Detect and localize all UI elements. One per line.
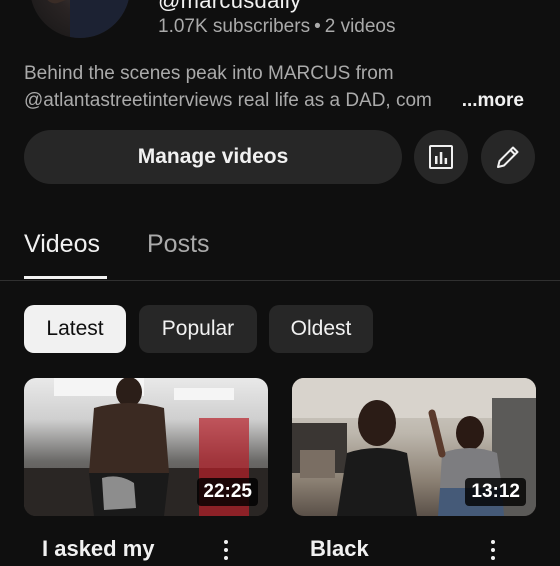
chip-popular[interactable]: Popular bbox=[139, 305, 257, 353]
active-tab-indicator bbox=[24, 276, 107, 279]
chip-oldest[interactable]: Oldest bbox=[269, 305, 373, 353]
channel-avatar[interactable] bbox=[30, 0, 130, 38]
video-duration: 22:25 bbox=[197, 478, 258, 506]
edit-channel-button[interactable] bbox=[481, 130, 535, 184]
tab-videos[interactable]: Videos bbox=[24, 230, 100, 259]
avatar-shirt bbox=[70, 0, 130, 38]
channel-description[interactable]: Behind the scenes peak into MARCUS from … bbox=[24, 60, 524, 114]
video-thumbnail[interactable]: 22:25 bbox=[24, 378, 268, 516]
stats-separator: • bbox=[314, 16, 321, 37]
video-title[interactable]: Black bbox=[310, 536, 369, 562]
description-line-1: Behind the scenes peak into MARCUS from bbox=[24, 63, 394, 84]
video-title[interactable]: I asked my bbox=[42, 536, 155, 562]
more-options-icon[interactable] bbox=[216, 540, 236, 566]
more-options-icon[interactable] bbox=[483, 540, 503, 566]
video-thumbnail[interactable]: 13:12 bbox=[292, 378, 536, 516]
analytics-icon bbox=[429, 145, 453, 169]
subscriber-count: 1.07K subscribers bbox=[158, 16, 311, 37]
analytics-button[interactable] bbox=[414, 130, 468, 184]
manage-videos-button[interactable]: Manage videos bbox=[24, 130, 402, 184]
more-link[interactable]: ...more bbox=[445, 87, 524, 114]
pencil-icon bbox=[497, 146, 519, 168]
tab-posts[interactable]: Posts bbox=[147, 230, 210, 259]
video-count: 2 videos bbox=[324, 16, 396, 37]
description-line-2-wrap: @atlantastreetinterviews real life as a … bbox=[24, 87, 524, 114]
description-line-2: @atlantastreetinterviews real life as a … bbox=[24, 90, 432, 111]
channel-stats: 1.07K subscribers • 2 videos bbox=[158, 16, 396, 38]
channel-tabs: Videos Posts bbox=[0, 222, 560, 281]
chip-latest[interactable]: Latest bbox=[24, 305, 126, 353]
channel-handle: @marcusdaily bbox=[158, 0, 302, 13]
video-duration: 13:12 bbox=[465, 478, 526, 506]
